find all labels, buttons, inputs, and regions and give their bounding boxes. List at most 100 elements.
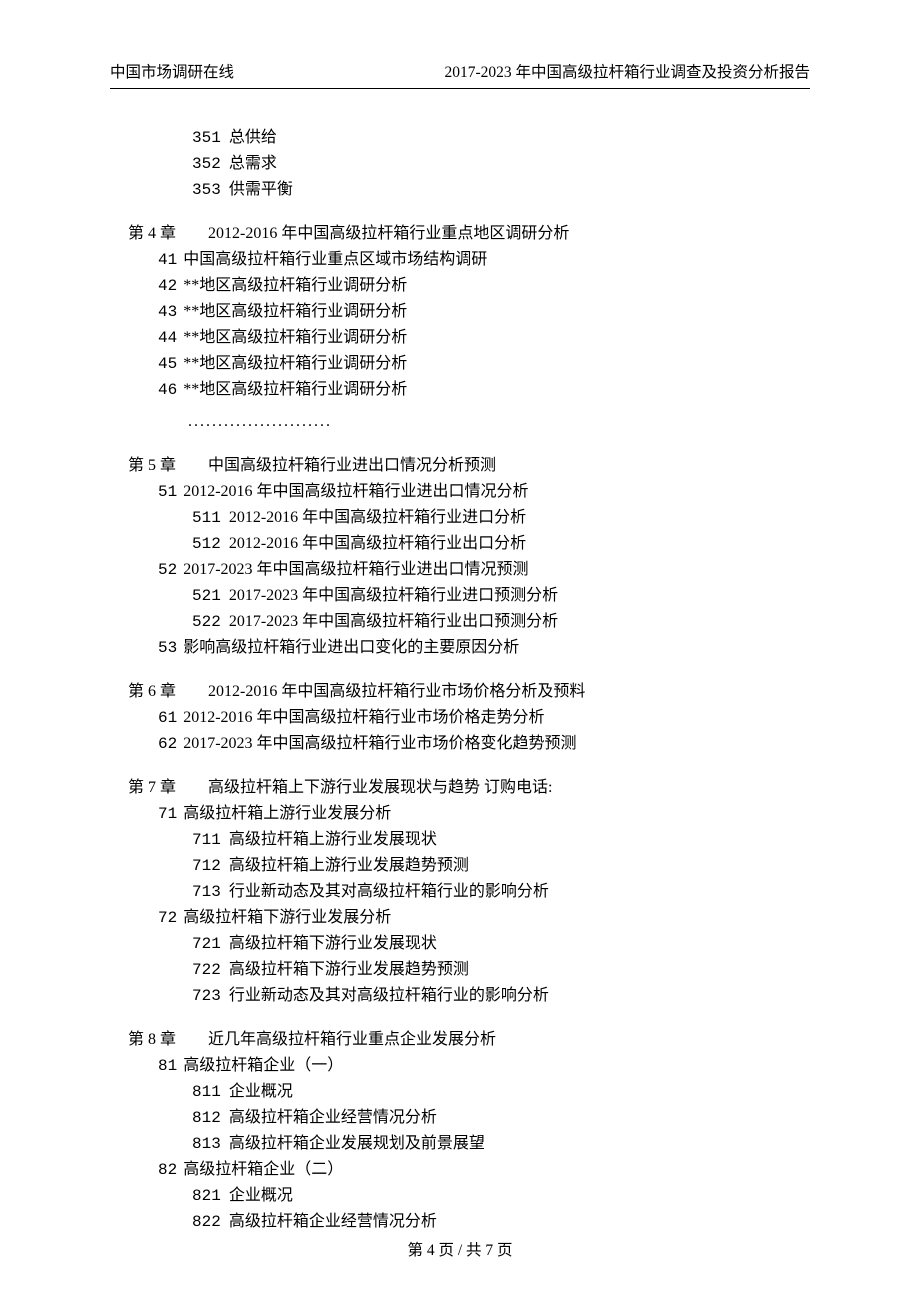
page-header: 中国市场调研在线 2017-2023 年中国高级拉杆箱行业调查及投资分析报告 (110, 60, 810, 89)
toc-text: 高级拉杆箱企业经营情况分析 (229, 1109, 437, 1126)
toc-line: 5122012-2016 年中国高级拉杆箱行业出口分析 (110, 531, 810, 557)
toc-number: 522 (192, 613, 221, 631)
toc-text: 2012-2016 年中国高级拉杆箱行业进口分析 (229, 509, 526, 526)
toc-text: 高级拉杆箱企业（一） (183, 1057, 343, 1074)
toc-line: 43 **地区高级拉杆箱行业调研分析 (110, 299, 810, 325)
toc-number: 71 (158, 805, 177, 823)
toc-number: 813 (192, 1135, 221, 1153)
toc-text: 2017-2023 年中国高级拉杆箱行业进出口情况预测 (183, 561, 528, 578)
toc-line: 44 **地区高级拉杆箱行业调研分析 (110, 325, 810, 351)
toc-text: **地区高级拉杆箱行业调研分析 (183, 329, 407, 346)
ellipsis-line: ........................ (110, 409, 810, 435)
toc-number: 51 (158, 483, 177, 501)
toc-number: 42 (158, 277, 177, 295)
toc-line: 53影响高级拉杆箱行业进出口变化的主要原因分析 (110, 635, 810, 661)
toc-text: 行业新动态及其对高级拉杆箱行业的影响分析 (229, 987, 549, 1004)
header-right: 2017-2023 年中国高级拉杆箱行业调查及投资分析报告 (444, 60, 810, 82)
toc-text: 高级拉杆箱上游行业发展分析 (183, 805, 391, 822)
toc-line: 5112012-2016 年中国高级拉杆箱行业进口分析 (110, 505, 810, 531)
chapter-label: 第 6 章 (128, 683, 176, 700)
toc-text: 企业概况 (229, 1187, 293, 1204)
toc-number: 52 (158, 561, 177, 579)
toc-text: 总供给 (229, 129, 277, 146)
toc-line: 52 2017-2023 年中国高级拉杆箱行业进出口情况预测 (110, 557, 810, 583)
toc-number: 722 (192, 961, 221, 979)
toc-text: **地区高级拉杆箱行业调研分析 (183, 355, 407, 372)
toc-line: 522 2017-2023 年中国高级拉杆箱行业出口预测分析 (110, 609, 810, 635)
chapter-heading: 第 4 章 2012-2016 年中国高级拉杆箱行业重点地区调研分析 (110, 221, 810, 247)
toc-line: 811企业概况 (110, 1079, 810, 1105)
toc-line: 722 高级拉杆箱下游行业发展趋势预测 (110, 957, 810, 983)
page-footer: 第 4 页 / 共 7 页 (0, 1238, 920, 1260)
toc-text: 行业新动态及其对高级拉杆箱行业的影响分析 (229, 883, 549, 900)
toc-line: 5212017-2023 年中国高级拉杆箱行业进口预测分析 (110, 583, 810, 609)
toc-number: 46 (158, 381, 177, 399)
toc-line: 42**地区高级拉杆箱行业调研分析 (110, 273, 810, 299)
toc-number: 352 (192, 155, 221, 173)
toc-text: 高级拉杆箱上游行业发展现状 (229, 831, 437, 848)
toc-line: 812 高级拉杆箱企业经营情况分析 (110, 1105, 810, 1131)
toc-line: 71 高级拉杆箱上游行业发展分析 (110, 801, 810, 827)
toc-number: 53 (158, 639, 177, 657)
toc-text: 2017-2023 年中国高级拉杆箱行业出口预测分析 (229, 613, 558, 630)
chapter-heading: 第 6 章 2012-2016 年中国高级拉杆箱行业市场价格分析及预料 (110, 679, 810, 705)
chapter-heading: 第 5 章 中国高级拉杆箱行业进出口情况分析预测 (110, 453, 810, 479)
toc-text: 高级拉杆箱企业经营情况分析 (229, 1213, 437, 1230)
toc-line: 351 总供给 (110, 125, 810, 151)
toc-text: 中国高级拉杆箱行业重点区域市场结构调研 (183, 251, 487, 268)
page-number: 第 4 页 / 共 7 页 (407, 1242, 512, 1259)
toc-text: 高级拉杆箱下游行业发展趋势预测 (229, 961, 469, 978)
toc-number: 721 (192, 935, 221, 953)
toc-number: 44 (158, 329, 177, 347)
toc-line: 353 供需平衡 (110, 177, 810, 203)
toc-number: 521 (192, 587, 221, 605)
toc-number: 41 (158, 251, 177, 269)
toc-line: 712高级拉杆箱上游行业发展趋势预测 (110, 853, 810, 879)
content-body: 351总供给 352总需求 353供需平衡 第 4 章 2012-2016 年中… (110, 125, 810, 1235)
chapter-heading: 第 7 章 高级拉杆箱上下游行业发展现状与趋势 订购电话: (110, 775, 810, 801)
toc-line: 723行业新动态及其对高级拉杆箱行业的影响分析 (110, 983, 810, 1009)
toc-number: 72 (158, 909, 177, 927)
toc-text: 高级拉杆箱企业（二） (183, 1161, 343, 1178)
toc-text: 高级拉杆箱企业发展规划及前景展望 (229, 1135, 485, 1152)
toc-line: 711高级拉杆箱上游行业发展现状 (110, 827, 810, 853)
chapter-title: 中国高级拉杆箱行业进出口情况分析预测 (208, 457, 496, 474)
toc-number: 45 (158, 355, 177, 373)
chapter-label: 第 5 章 (128, 457, 176, 474)
header-left: 中国市场调研在线 (110, 60, 234, 82)
toc-number: 712 (192, 857, 221, 875)
toc-number: 351 (192, 129, 221, 147)
chapter-title: 2012-2016 年中国高级拉杆箱行业市场价格分析及预料 (208, 683, 585, 700)
chapter-label: 第 8 章 (128, 1031, 176, 1048)
toc-line: 512012-2016 年中国高级拉杆箱行业进出口情况分析 (110, 479, 810, 505)
chapter-label: 第 7 章 (128, 779, 176, 796)
toc-line: 81 高级拉杆箱企业（一） (110, 1053, 810, 1079)
toc-number: 812 (192, 1109, 221, 1127)
chapter-title: 近几年高级拉杆箱行业重点企业发展分析 (208, 1031, 496, 1048)
toc-text: 高级拉杆箱下游行业发展现状 (229, 935, 437, 952)
toc-number: 713 (192, 883, 221, 901)
toc-number: 81 (158, 1057, 177, 1075)
toc-text: **地区高级拉杆箱行业调研分析 (183, 303, 407, 320)
toc-number: 82 (158, 1161, 177, 1179)
toc-text: 2012-2016 年中国高级拉杆箱行业市场价格走势分析 (183, 709, 544, 726)
toc-line: 821 企业概况 (110, 1183, 810, 1209)
chapter-heading: 第 8 章 近几年高级拉杆箱行业重点企业发展分析 (110, 1027, 810, 1053)
toc-number: 353 (192, 181, 221, 199)
toc-line: 62 2017-2023 年中国高级拉杆箱行业市场价格变化趋势预测 (110, 731, 810, 757)
toc-number: 43 (158, 303, 177, 321)
toc-text: 供需平衡 (229, 181, 293, 198)
toc-number: 62 (158, 735, 177, 753)
toc-line: 813 高级拉杆箱企业发展规划及前景展望 (110, 1131, 810, 1157)
toc-number: 811 (192, 1083, 221, 1101)
toc-text: 高级拉杆箱下游行业发展分析 (183, 909, 391, 926)
toc-line: 46 **地区高级拉杆箱行业调研分析 (110, 377, 810, 403)
toc-text: **地区高级拉杆箱行业调研分析 (183, 381, 407, 398)
toc-line: 41 中国高级拉杆箱行业重点区域市场结构调研 (110, 247, 810, 273)
document-page: 中国市场调研在线 2017-2023 年中国高级拉杆箱行业调查及投资分析报告 3… (0, 0, 920, 1302)
toc-number: 61 (158, 709, 177, 727)
toc-number: 821 (192, 1187, 221, 1205)
toc-line: 72 高级拉杆箱下游行业发展分析 (110, 905, 810, 931)
toc-line: 45 **地区高级拉杆箱行业调研分析 (110, 351, 810, 377)
toc-text: 2017-2023 年中国高级拉杆箱行业市场价格变化趋势预测 (183, 735, 576, 752)
